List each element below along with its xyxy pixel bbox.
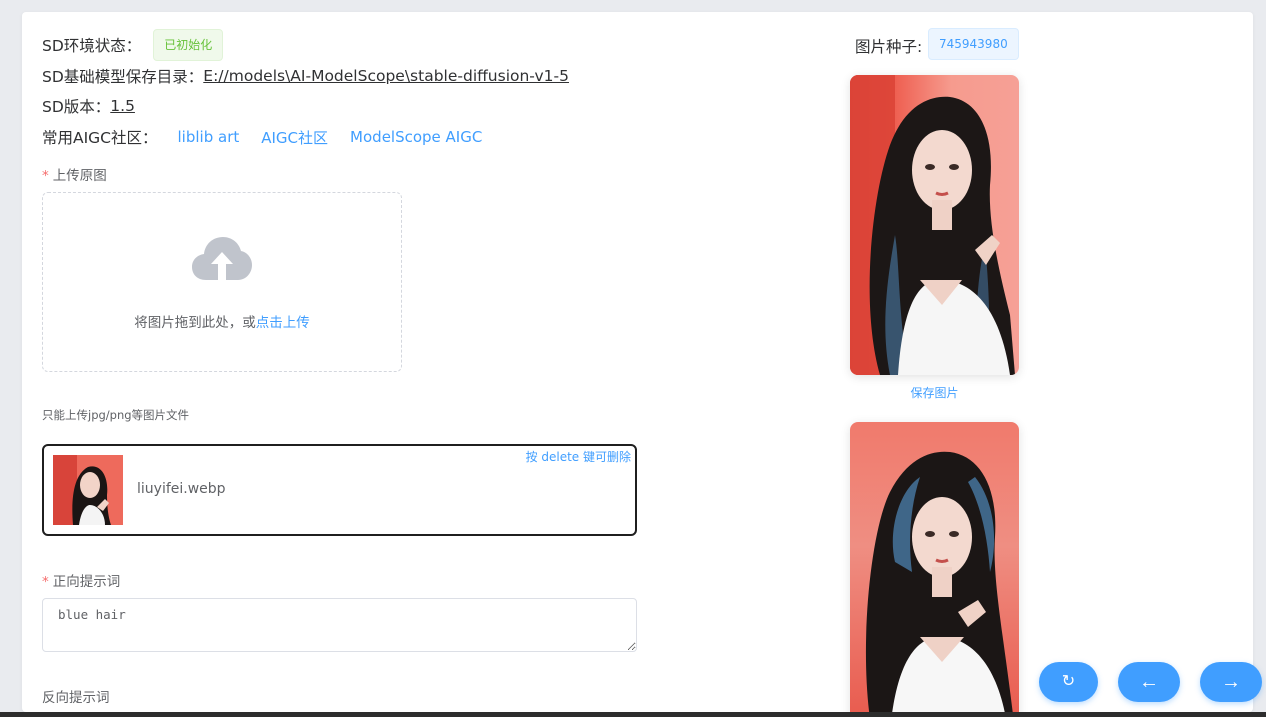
- upload-dropzone[interactable]: 将图片拖到此处，或点击上传: [42, 192, 402, 372]
- model-dir-row: SD基础模型保存目录： E://models\AI-ModelScope\sta…: [42, 65, 569, 87]
- version-label: SD版本：: [42, 98, 111, 116]
- env-status-row: SD环境状态： 已初始化: [42, 29, 224, 61]
- upload-form-label: * 上传原图: [42, 164, 107, 184]
- upload-hint: 将图片拖到此处，或点击上传: [43, 311, 401, 331]
- positive-label-text: 正向提示词: [52, 574, 121, 590]
- seed-label: 图片种子:: [855, 38, 923, 56]
- main-card: SD环境状态： 已初始化 SD基础模型保存目录： E://models\AI-M…: [22, 12, 1253, 712]
- generated-image-2[interactable]: [850, 422, 1019, 712]
- file-name: liuyifei.webp: [137, 481, 226, 497]
- positive-prompt-label: * 正向提示词: [42, 570, 120, 590]
- generated-image-1[interactable]: [850, 75, 1019, 375]
- refresh-button[interactable]: ↻: [1039, 662, 1098, 702]
- community-link-liblib[interactable]: liblib art: [178, 128, 240, 146]
- thumbnail-portrait-image: [53, 455, 123, 525]
- community-label: 常用AIGC社区：: [42, 129, 158, 147]
- env-status-badge: 已初始化: [153, 29, 224, 61]
- next-button[interactable]: →: [1200, 662, 1262, 702]
- upload-click-link[interactable]: 点击上传: [256, 315, 310, 331]
- community-row: 常用AIGC社区： liblib art AIGC社区 ModelScope A…: [42, 126, 482, 148]
- negative-label-text: 反向提示词: [42, 690, 110, 706]
- window-bottom-bar: [0, 712, 1266, 717]
- required-mark: *: [42, 168, 49, 184]
- upload-cloud-icon: [192, 237, 252, 280]
- model-dir-label: SD基础模型保存目录：: [42, 68, 204, 86]
- positive-prompt-input[interactable]: blue hair: [42, 598, 637, 652]
- version-value[interactable]: 1.5: [110, 97, 135, 115]
- community-link-aigc[interactable]: AIGC社区: [261, 127, 328, 148]
- portrait-image: [865, 451, 1013, 712]
- save-image-link[interactable]: 保存图片: [850, 384, 1019, 401]
- negative-prompt-label: 反向提示词: [42, 686, 110, 706]
- upload-label-text: 上传原图: [52, 168, 107, 184]
- model-dir-value[interactable]: E://models\AI-ModelScope\stable-diffusio…: [203, 67, 569, 85]
- uploaded-file-item[interactable]: liuyifei.webp 按 delete 键可删除: [42, 444, 637, 536]
- env-status-label: SD环境状态：: [42, 37, 142, 55]
- file-delete-hint: 按 delete 键可删除: [525, 450, 631, 464]
- seed-badge: 745943980: [928, 28, 1019, 60]
- community-link-modelscope[interactable]: ModelScope AIGC: [350, 128, 482, 146]
- upload-hint-text: 将图片拖到此处，或: [134, 315, 256, 331]
- required-mark: *: [42, 574, 49, 590]
- file-thumbnail: [53, 455, 123, 525]
- previous-button[interactable]: ←: [1118, 662, 1180, 702]
- version-row: SD版本： 1.5: [42, 95, 135, 117]
- upload-tip: 只能上传jpg/png等图片文件: [42, 408, 190, 422]
- portrait-image: [850, 75, 1015, 375]
